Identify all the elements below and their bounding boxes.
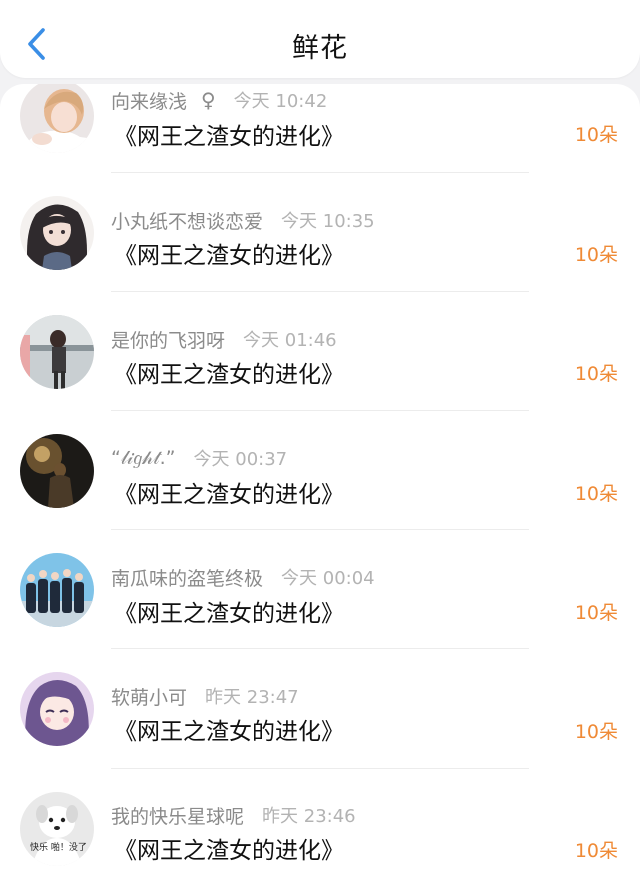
timestamp: 今天 10:35 — [281, 211, 375, 232]
username[interactable]: 是你的飞羽呀 — [111, 326, 225, 353]
book-title[interactable]: 《网王之渣女的进化》 — [114, 594, 344, 628]
nav-header: 鲜花 — [0, 0, 640, 78]
flower-count: 10朵 — [574, 721, 618, 743]
avatar[interactable]: 快乐 啪！没了 — [20, 792, 94, 866]
book-title[interactable]: 《网王之渣女的进化》 — [114, 355, 344, 389]
username[interactable]: 小丸纸不想谈恋爱 — [111, 207, 263, 234]
timestamp: 今天 00:04 — [281, 568, 375, 589]
divider — [111, 768, 529, 769]
avatar[interactable] — [20, 434, 94, 508]
username[interactable]: 我的快乐星球呢 — [111, 802, 244, 829]
avatar-meme-text: 快乐 啪！没了 — [30, 841, 87, 853]
divider — [111, 291, 529, 292]
flower-count: 10朵 — [574, 363, 618, 385]
username[interactable]: 南瓜味的盗笔终极 — [111, 564, 263, 591]
divider — [111, 172, 529, 173]
list-item[interactable]: 快乐 啪！没了 我的快乐星球呢 昨天 23:46 《网王之渣女的进化》 10朵 — [0, 788, 640, 884]
timestamp: 昨天 23:46 — [262, 806, 356, 827]
book-title[interactable]: 《网王之渣女的进化》 — [114, 831, 344, 865]
flower-count: 10朵 — [574, 244, 618, 266]
list-item[interactable]: “𝓁𝒾𝑔𝒽𝓉.” 今天 00:37 《网王之渣女的进化》 10朵 — [0, 430, 640, 549]
timestamp: 今天 01:46 — [243, 330, 337, 351]
page-title: 鲜花 — [292, 33, 348, 64]
avatar[interactable] — [20, 672, 94, 746]
avatar[interactable] — [20, 553, 94, 627]
list-item[interactable]: 南瓜味的盗笔终极 今天 00:04 《网王之渣女的进化》 10朵 — [0, 550, 640, 669]
flower-count: 10朵 — [574, 124, 618, 146]
book-title[interactable]: 《网王之渣女的进化》 — [114, 712, 344, 746]
book-title[interactable]: 《网王之渣女的进化》 — [114, 475, 344, 509]
divider — [111, 410, 529, 411]
flower-count: 10朵 — [574, 483, 618, 505]
list-item[interactable]: 是你的飞羽呀 今天 01:46 《网王之渣女的进化》 10朵 — [0, 311, 640, 430]
timestamp: 今天 00:37 — [193, 449, 288, 470]
username[interactable]: 向来缘浅 — [111, 87, 187, 114]
book-title[interactable]: 《网王之渣女的进化》 — [114, 236, 344, 270]
flower-count: 10朵 — [574, 840, 618, 862]
username[interactable]: 软萌小可 — [111, 683, 187, 710]
avatar[interactable] — [20, 196, 94, 270]
timestamp: 今天 10:42 — [233, 91, 328, 112]
list-item[interactable]: 小丸纸不想谈恋爱 今天 10:35 《网王之渣女的进化》 10朵 — [0, 192, 640, 311]
list-item[interactable]: 软萌小可 昨天 23:47 《网王之渣女的进化》 10朵 — [0, 669, 640, 788]
flower-list: 向来缘浅 ♀ 今天 10:42 《网王之渣女的进化》 10朵 小丸纸不想谈恋爱 … — [0, 84, 640, 884]
avatar[interactable] — [20, 84, 94, 153]
gender-female-icon: ♀ — [201, 88, 216, 112]
flower-count: 10朵 — [574, 602, 618, 624]
avatar[interactable] — [20, 315, 94, 389]
list-item[interactable]: 向来缘浅 ♀ 今天 10:42 《网王之渣女的进化》 10朵 — [0, 84, 640, 192]
book-title[interactable]: 《网王之渣女的进化》 — [114, 117, 344, 151]
timestamp: 昨天 23:47 — [205, 687, 299, 708]
divider — [111, 648, 529, 649]
username[interactable]: “𝓁𝒾𝑔𝒽𝓉.” — [111, 447, 176, 469]
divider — [111, 529, 529, 530]
